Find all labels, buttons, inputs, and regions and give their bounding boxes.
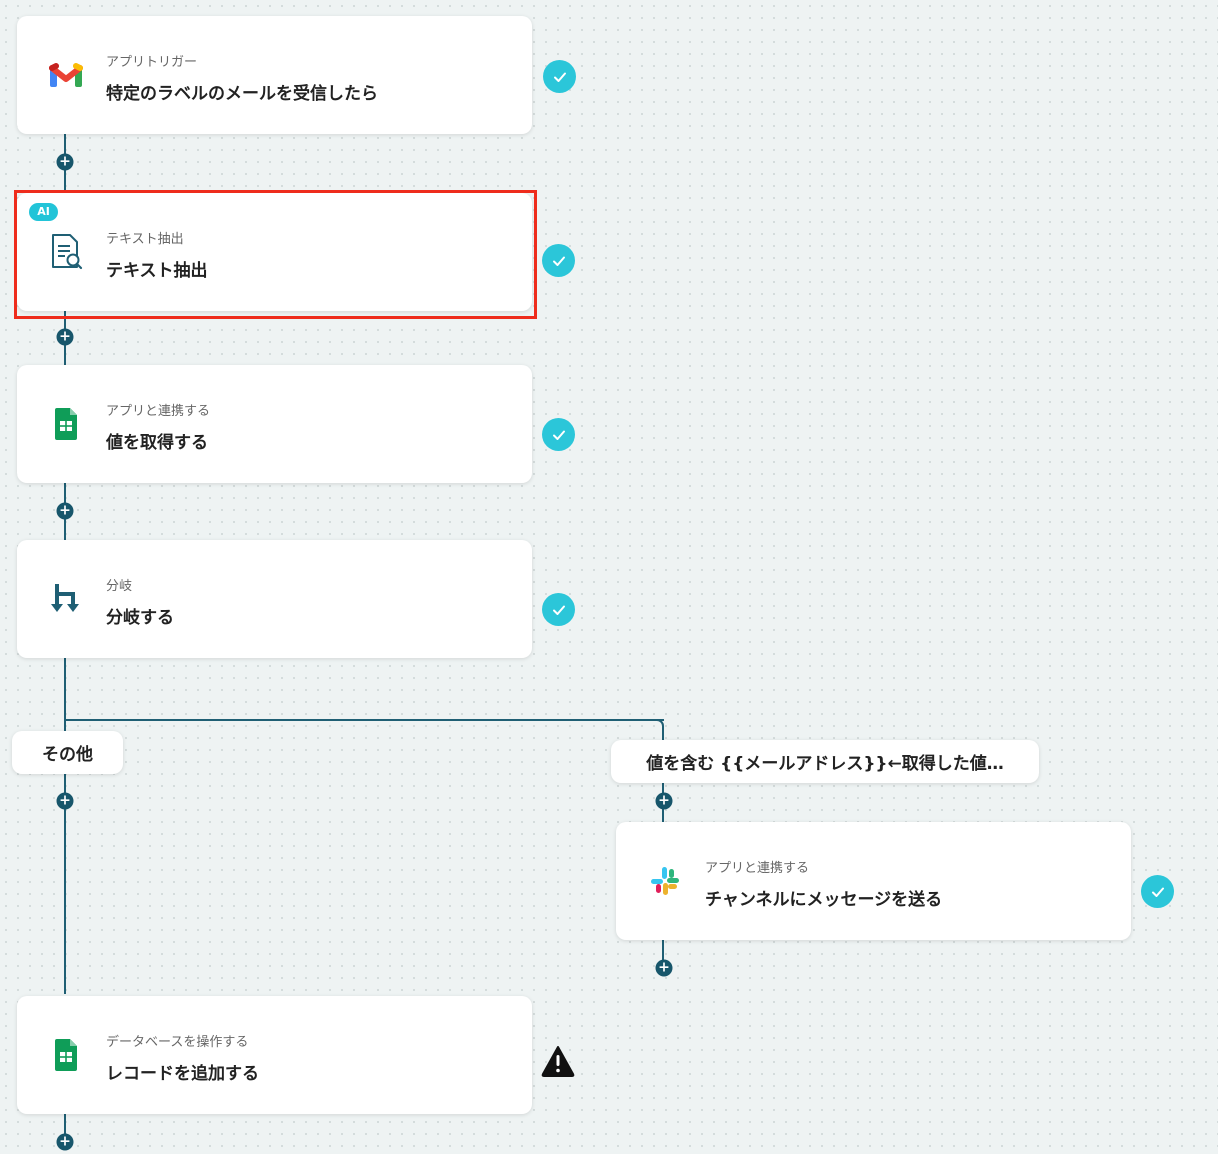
check-icon	[542, 244, 575, 277]
add-step-button[interactable]: +	[56, 502, 74, 520]
google-sheets-icon	[47, 405, 85, 443]
add-step-button[interactable]: +	[655, 959, 673, 977]
step-type-label: アプリと連携する	[106, 404, 211, 419]
slack-icon	[646, 862, 684, 900]
check-icon	[543, 60, 576, 93]
step-card-slack-message[interactable]: アプリと連携する チャンネルにメッセージを送る	[616, 822, 1131, 940]
add-step-button[interactable]: +	[56, 792, 74, 810]
branch-icon	[47, 580, 85, 618]
check-icon	[542, 418, 575, 451]
step-type-label: アプリと連携する	[705, 861, 810, 876]
step-title: チャンネルにメッセージを送る	[705, 890, 943, 910]
add-step-button[interactable]: +	[56, 328, 74, 346]
step-title: レコードを追加する	[106, 1064, 259, 1084]
step-card-gmail-trigger[interactable]: アプリトリガー 特定のラベルのメールを受信したら	[17, 16, 532, 134]
step-card-get-value[interactable]: アプリと連携する 値を取得する	[17, 365, 532, 483]
check-icon	[542, 593, 575, 626]
document-search-icon	[47, 233, 85, 271]
step-title: テキスト抽出	[106, 261, 208, 281]
step-title: 分岐する	[106, 608, 174, 628]
gmail-icon	[47, 56, 85, 94]
ai-badge: AI	[29, 203, 58, 221]
branch-label-other[interactable]: その他	[12, 731, 123, 774]
step-type-label: データベースを操作する	[106, 1035, 249, 1050]
connector-line-branch-horizontal	[64, 719, 664, 721]
add-step-button[interactable]: +	[655, 792, 673, 810]
branch-label-condition[interactable]: 値を含む {{メールアドレス}}←取得した値…	[611, 740, 1039, 783]
step-type-label: アプリトリガー	[106, 55, 198, 70]
step-type-label: テキスト抽出	[106, 232, 184, 247]
step-title: 特定のラベルのメールを受信したら	[106, 84, 378, 104]
add-step-button[interactable]: +	[56, 153, 74, 171]
warning-icon	[541, 1045, 575, 1077]
step-card-branch[interactable]: 分岐 分岐する	[17, 540, 532, 658]
step-card-text-extraction[interactable]: テキスト抽出 テキスト抽出	[17, 193, 532, 311]
check-icon	[1141, 875, 1174, 908]
google-sheets-icon	[47, 1036, 85, 1074]
step-title: 値を取得する	[106, 433, 208, 453]
step-card-add-record[interactable]: データベースを操作する レコードを追加する	[17, 996, 532, 1114]
add-step-button[interactable]: +	[56, 1133, 74, 1151]
step-type-label: 分岐	[106, 579, 133, 594]
